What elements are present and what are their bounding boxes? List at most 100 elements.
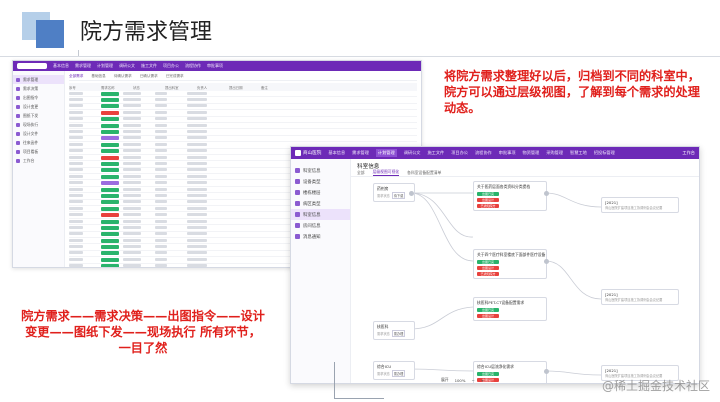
sidebar-item[interactable]: 楼栋楼层 [291,187,350,198]
sidebar-item[interactable]: 设计变更 [13,102,64,111]
sidebar-item-active[interactable]: 科室信息 [291,209,350,220]
tab[interactable]: 全部需求 [69,74,83,79]
requirement-node[interactable]: 关于医药层面各类资料分类提档 出图已完 出图设计 已通知院方 [473,181,547,212]
edge [410,306,474,330]
nav-item[interactable]: 计划管理 [97,63,113,69]
status-button[interactable]: 出图已完 [477,371,499,377]
sidebar-item[interactable]: 往来函件 [13,138,64,147]
redacted-text [123,187,141,191]
status-button[interactable]: 已通知院方 [477,203,499,209]
sidebar-item[interactable]: 图纸下发 [13,111,64,120]
sidebar-item[interactable]: 房间信息 [291,220,350,231]
nav-item-active[interactable]: 计划管理 [375,149,397,157]
nav-item[interactable]: 项目办公 [451,150,468,156]
expand-collapse-dot[interactable] [544,369,549,374]
nav-item[interactable]: 调研公文 [404,150,421,156]
nav-item[interactable]: 审批事项 [499,150,516,156]
nav-item[interactable]: 物资管理 [523,150,540,156]
zoom-out-icon[interactable]: − [471,378,474,383]
sidebar-item[interactable]: 项目看板 [13,147,64,156]
requirement-node[interactable]: 关于四个医疗科室楼底下面部件医疗设备 出图已完 出图设计 已通知院方 [473,249,547,280]
department-node[interactable]: 综合ICU 需求状态 需办理 [373,361,415,380]
menu-icon [295,223,300,228]
tab[interactable]: 已确认需求 [140,74,158,79]
sidebar-item[interactable]: 需求管理 [13,75,64,84]
department-node[interactable]: 核医科 需求状态 需办理 [373,321,415,340]
nav-item[interactable]: 项目办公 [163,63,179,69]
tab[interactable]: 待确认需求 [114,74,132,79]
status-button[interactable]: 出图已完 [477,191,499,197]
sidebar-item[interactable]: 消息通知 [291,231,350,242]
status-button[interactable]: 出图设计 [477,265,499,271]
redacted-text [187,181,207,185]
workbench-link[interactable]: 工作台 [682,150,695,156]
nav-item[interactable]: 智慧工地 [570,150,587,156]
status-tag [101,181,119,186]
row-cell [123,136,151,140]
hierarchy-canvas[interactable]: 药剂房 需求状态 待下载 核医科 需求状态 需办理 综合ICU 需求状态 需办理 关于… [351,179,699,383]
expand-button[interactable]: 展开 [441,377,449,383]
row-cell [123,219,151,224]
status-tag [101,98,119,103]
status-button[interactable]: 出图设计 [477,197,499,203]
row-cell [187,161,215,166]
row-cell [155,219,183,224]
sidebar-item[interactable]: 出图指令 [13,93,64,102]
table-header: 序号 需求名称 状态 提出科室 负责人 提出日期 备注 [69,83,417,91]
status-button[interactable]: 出图已完 [477,307,499,313]
row-cell [155,206,183,211]
status-button[interactable]: 已通知院方 [477,271,499,277]
status-button[interactable]: 出图已完 [477,259,499,265]
nav-item[interactable]: 审批事项 [207,63,223,69]
requirement-node[interactable]: 核医科PET-CT设备配置需求 出图已完 出图设计 [473,297,547,322]
expand-collapse-dot[interactable] [544,259,549,264]
sidebar-item[interactable]: 工作台 [13,156,64,165]
row-cell [69,155,97,160]
sidebar: 科室信息 设备类型 楼栋楼层 病区类型 科室信息 房间信息 消息通知 [291,159,351,383]
nav-item[interactable]: 需求管理 [75,63,91,69]
tab[interactable]: 基础信息 [91,74,105,79]
menu-icon [295,168,300,173]
expand-collapse-dot[interactable] [409,191,414,196]
redacted-text [69,264,83,267]
nav-item[interactable]: 采购管理 [546,150,563,156]
redacted-text [69,187,83,191]
decision-node[interactable]: [2021] 商山医院扩建项目施工协调例会会议纪要 [601,197,679,213]
nav-item[interactable]: 需求管理 [352,150,369,156]
nav-item[interactable]: 施工文件 [141,63,157,69]
nav-item[interactable]: 流程协作 [475,150,492,156]
zoom-level[interactable]: 100% [455,378,466,383]
tab[interactable]: 全部 [357,170,365,176]
sidebar-item[interactable]: 需求决策 [13,84,64,93]
tab-active[interactable]: 层级视图可视化 [372,169,400,176]
column-header: 需求名称 [101,85,115,90]
title-divider-tick [78,50,79,56]
tab[interactable]: 已完成需求 [166,74,184,79]
status-button[interactable]: 出图设计 [477,313,499,319]
menu-icon [295,234,300,239]
sidebar-item[interactable]: 病区类型 [291,198,350,209]
requirement-node[interactable]: 综合ICU层流净化需求 出图已完 出图设计 [473,361,547,383]
redacted-text [69,174,83,178]
row-cell [69,206,97,211]
nav-item[interactable]: 调研公文 [119,63,135,69]
zoom-in-icon[interactable]: + [481,378,484,383]
nav-item[interactable]: 招投标管理 [594,150,615,156]
sidebar-item[interactable]: 设备类型 [291,176,350,187]
row-cell [187,245,215,249]
nav-item[interactable]: 流程协作 [185,63,201,69]
tab[interactable]: 各科室设备配置清单 [407,170,441,176]
nav-item[interactable]: 施工文件 [427,150,444,156]
decision-node[interactable]: [2021] 商山医院扩建项目施工协调例会会议纪要 [601,289,679,305]
edge [545,192,602,208]
expand-collapse-dot[interactable] [544,191,549,196]
sidebar-item[interactable]: 设计文件 [13,129,64,138]
nav-item[interactable]: 基本信息 [328,150,345,156]
redacted-text [155,123,167,127]
sidebar-item[interactable]: 现场执行 [13,120,64,129]
sidebar-item[interactable]: 科室信息 [291,165,350,176]
nav-item[interactable]: 基本信息 [53,63,69,69]
row-cell [155,174,183,179]
page-title: 科室信息 [357,164,380,170]
redacted-text [187,193,207,197]
